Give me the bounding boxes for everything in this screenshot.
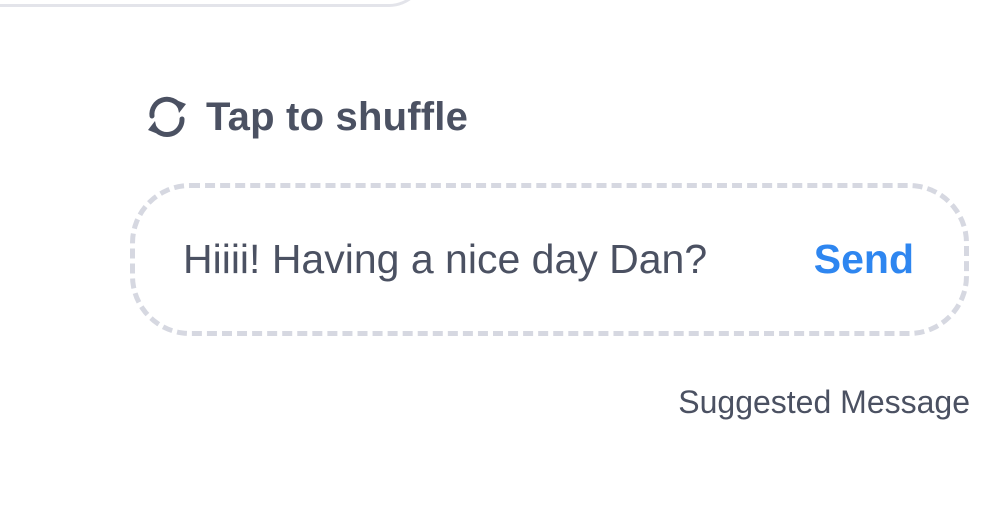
refresh-icon <box>148 96 186 138</box>
suggested-message-box: Hiiii! Having a nice day Dan? Send <box>130 183 969 336</box>
suggested-message-caption: Suggested Message <box>678 384 970 420</box>
previous-card-edge <box>0 0 426 7</box>
suggested-message-text: Hiiii! Having a nice day Dan? <box>183 236 708 282</box>
shuffle-label: Tap to shuffle <box>206 94 469 139</box>
shuffle-button[interactable]: Tap to shuffle <box>142 92 468 142</box>
send-button[interactable]: Send <box>814 236 914 283</box>
